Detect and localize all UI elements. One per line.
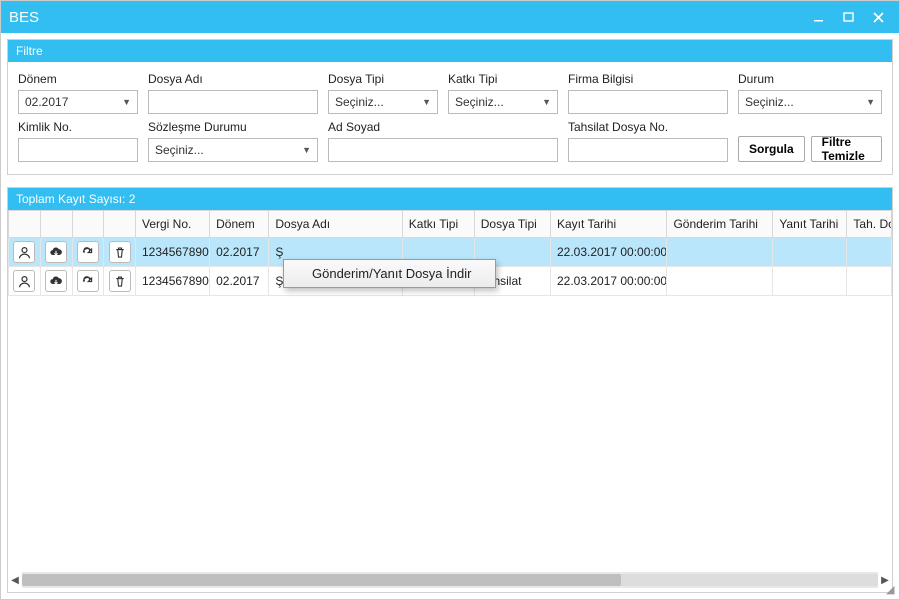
select-dosya-tipi[interactable]: Seçiniz... ▼ [328, 90, 438, 114]
grid-panel: Toplam Kayıt Sayısı: 2 Vergi No. Dönem D… [7, 187, 893, 593]
maximize-button[interactable] [835, 7, 861, 27]
input-firma-bilgisi[interactable] [568, 90, 728, 114]
label-tahsilat-dosya-no: Tahsilat Dosya No. [568, 120, 728, 134]
refresh-icon[interactable] [77, 270, 99, 292]
cell-vergi_no: 1234567890 [136, 238, 210, 267]
col-gonderim-tarihi[interactable]: Gönderim Tarihi [667, 211, 773, 238]
scroll-right-icon[interactable]: ▶ [878, 573, 892, 587]
filter-panel-header: Filtre [8, 40, 892, 62]
select-katki-tipi[interactable]: Seçiniz... ▼ [448, 90, 558, 114]
refresh-icon[interactable] [77, 241, 99, 263]
select-sozlesme-durumu[interactable]: Seçiniz... ▼ [148, 138, 318, 162]
chevron-down-icon: ▼ [302, 145, 311, 155]
sorgula-button[interactable]: Sorgula [738, 136, 805, 162]
col-kayit-tarihi[interactable]: Kayıt Tarihi [550, 211, 666, 238]
label-dosya-adi: Dosya Adı [148, 72, 318, 86]
filter-panel: Filtre Dönem 02.2017 ▼ Dosya Adı Dosya T… [7, 39, 893, 175]
label-sozlesme-durumu: Sözleşme Durumu [148, 120, 318, 134]
cell-vergi_no: 1234567890 [136, 267, 210, 296]
col-dosya-adi[interactable]: Dosya Adı [269, 211, 402, 238]
input-ad-soyad[interactable] [328, 138, 558, 162]
grid-header-row: Vergi No. Dönem Dosya Adı Katkı Tipi Dos… [9, 211, 892, 238]
cell-donem: 02.2017 [210, 238, 269, 267]
cell-kayit_tarihi: 22.03.2017 00:00:00 [550, 238, 666, 267]
window-title: BES [9, 9, 805, 26]
input-tahsilat-dosya-no[interactable] [568, 138, 728, 162]
label-durum: Durum [738, 72, 882, 86]
filtre-temizle-button[interactable]: Filtre Temizle [811, 136, 882, 162]
input-kimlik-no[interactable] [18, 138, 138, 162]
chevron-down-icon: ▼ [122, 97, 131, 107]
user-icon[interactable] [13, 241, 35, 263]
col-yanit-tarihi[interactable]: Yanıt Tarihi [773, 211, 847, 238]
cell-tah_do [847, 238, 892, 267]
label-ad-soyad: Ad Soyad [328, 120, 558, 134]
context-menu: Gönderim/Yanıt Dosya İndir [283, 259, 496, 288]
label-firma-bilgisi: Firma Bilgisi [568, 72, 728, 86]
cell-gonderim_tarihi [667, 267, 773, 296]
label-dosya-tipi: Dosya Tipi [328, 72, 438, 86]
cell-yanit_tarihi [773, 267, 847, 296]
trash-icon[interactable] [109, 241, 131, 263]
chevron-down-icon: ▼ [866, 97, 875, 107]
context-download-item[interactable]: Gönderim/Yanıt Dosya İndir [284, 260, 495, 287]
label-donem: Dönem [18, 72, 138, 86]
cell-yanit_tarihi [773, 238, 847, 267]
col-katki-tipi[interactable]: Katkı Tipi [402, 211, 474, 238]
trash-icon[interactable] [109, 270, 131, 292]
col-donem[interactable]: Dönem [210, 211, 269, 238]
close-button[interactable] [865, 7, 891, 27]
cell-kayit_tarihi: 22.03.2017 00:00:00 [550, 267, 666, 296]
col-dosya-tipi[interactable]: Dosya Tipi [474, 211, 550, 238]
minimize-button[interactable] [805, 7, 831, 27]
chevron-down-icon: ▼ [422, 97, 431, 107]
cell-tah_do [847, 267, 892, 296]
col-tah-do[interactable]: Tah. Do [847, 211, 892, 238]
scroll-left-icon[interactable]: ◀ [8, 573, 22, 587]
select-durum[interactable]: Seçiniz... ▼ [738, 90, 882, 114]
label-katki-tipi: Katkı Tipi [448, 72, 558, 86]
cloud-icon[interactable] [45, 241, 67, 263]
titlebar: BES [1, 1, 899, 33]
cloud-icon[interactable] [45, 270, 67, 292]
horizontal-scrollbar[interactable]: ◀ ▶ [22, 572, 878, 588]
input-dosya-adi[interactable] [148, 90, 318, 114]
col-vergi-no[interactable]: Vergi No. [136, 211, 210, 238]
select-donem[interactable]: 02.2017 ▼ [18, 90, 138, 114]
chevron-down-icon: ▼ [542, 97, 551, 107]
grid-summary: Toplam Kayıt Sayısı: 2 [8, 188, 892, 210]
cell-donem: 02.2017 [210, 267, 269, 296]
cell-gonderim_tarihi [667, 238, 773, 267]
user-icon[interactable] [13, 270, 35, 292]
label-kimlik-no: Kimlik No. [18, 120, 138, 134]
